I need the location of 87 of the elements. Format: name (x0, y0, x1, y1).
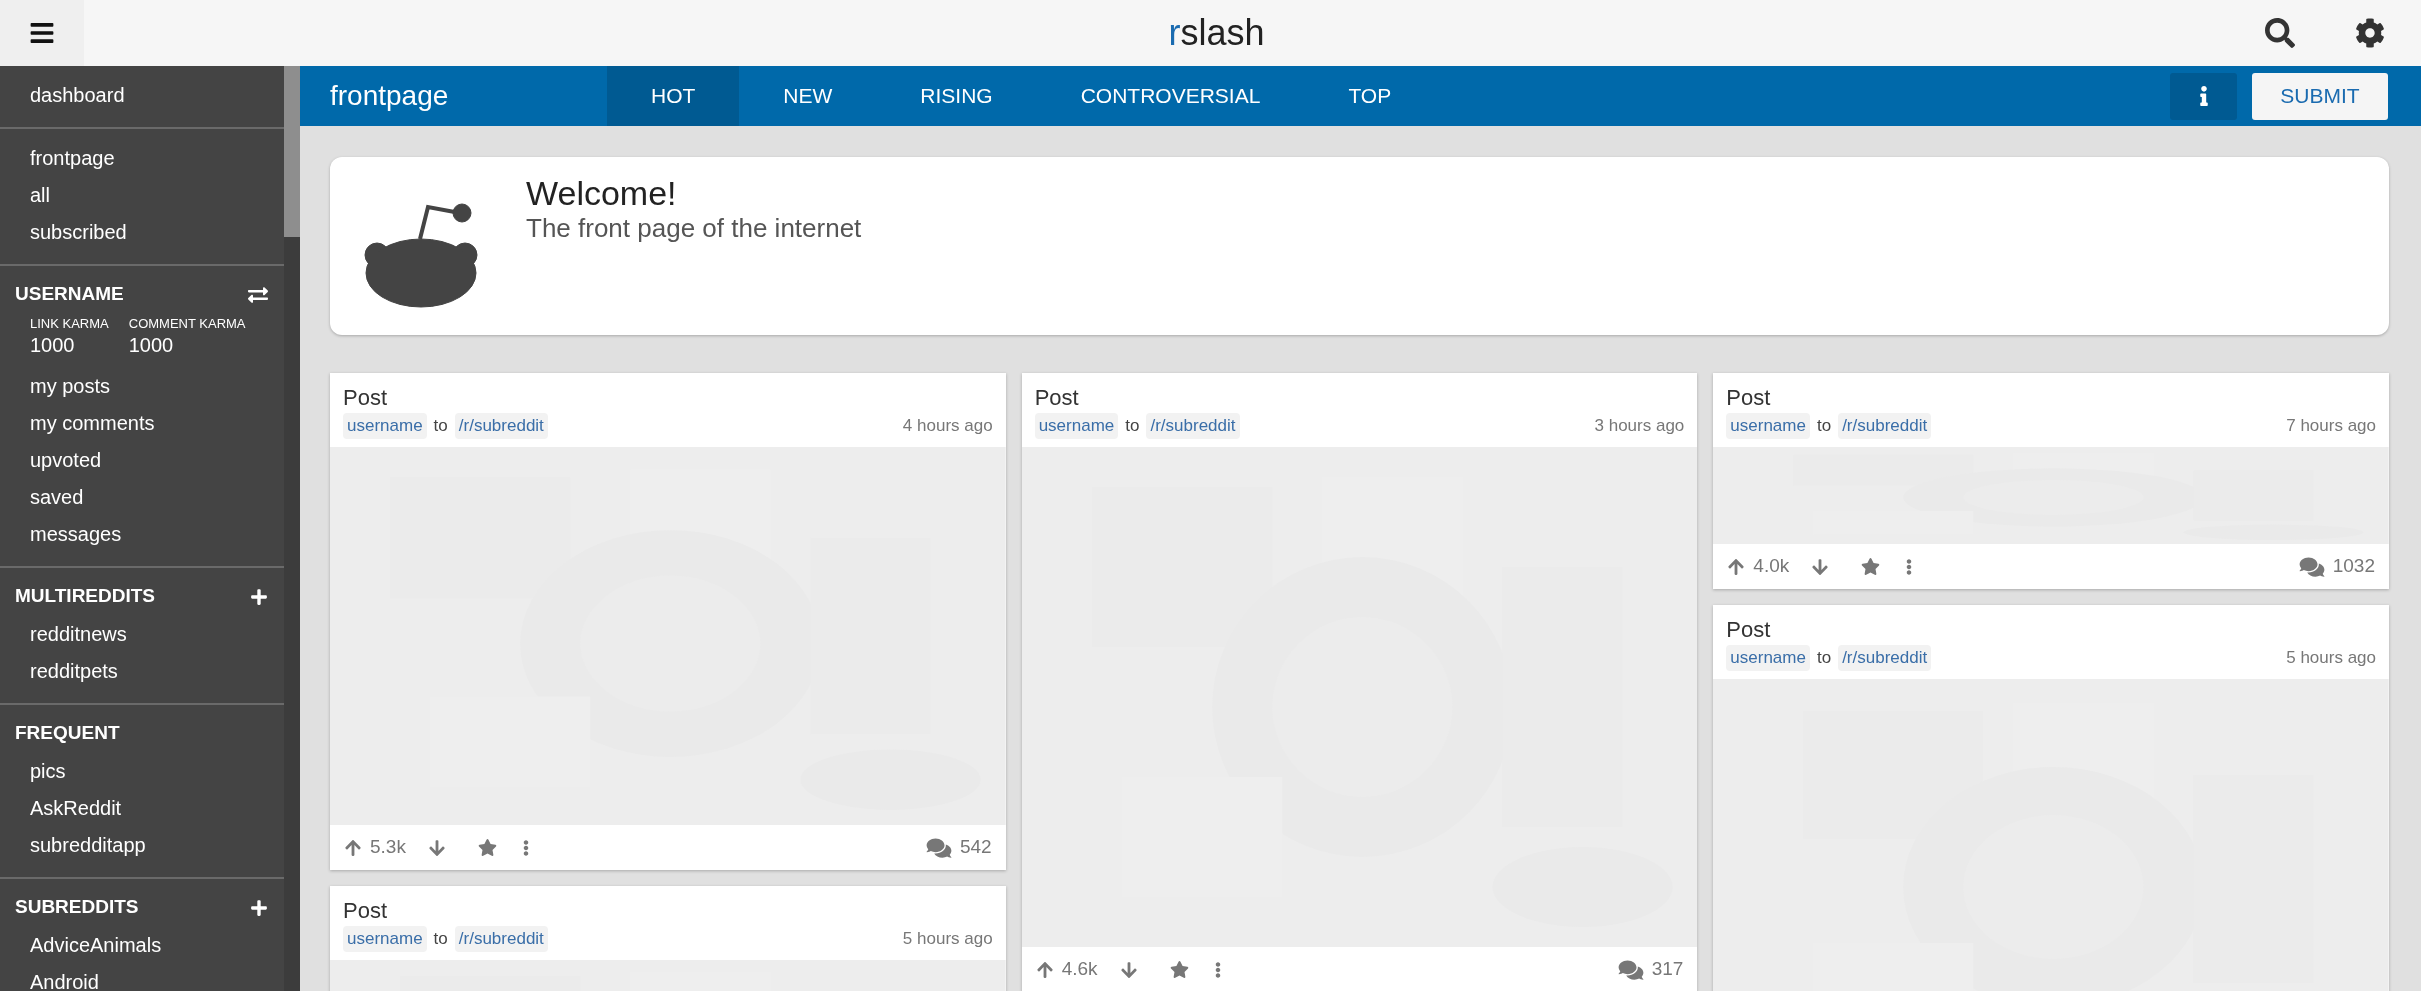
comments-icon[interactable] (1617, 958, 1644, 981)
section-heading: SUBREDDITS (15, 895, 139, 920)
sort-tab[interactable]: CONTROVERSIAL (1036, 66, 1305, 126)
subreddit-tag[interactable]: /r/subreddit (454, 413, 548, 439)
sidebar-link[interactable]: frontpage (30, 142, 115, 173)
sidebar-link[interactable]: saved (30, 481, 84, 512)
comment-count: 317 (1651, 957, 1684, 982)
comment-count: 1032 (2332, 554, 2375, 579)
sort-tab[interactable]: TOP (1304, 66, 1436, 126)
post-title[interactable]: Post (343, 896, 993, 926)
menu-icon (29, 20, 55, 46)
sidebar-link[interactable]: my comments (30, 407, 155, 438)
downvote-icon[interactable] (1811, 557, 1830, 576)
author-tag[interactable]: username (1726, 413, 1810, 439)
sidebar-link[interactable]: messages (30, 518, 122, 549)
post-time: 4 hours ago (902, 415, 993, 437)
downvote-icon[interactable] (427, 838, 446, 857)
app-logo[interactable]: rslash (1168, 6, 1265, 60)
comments-icon[interactable] (2298, 555, 2325, 578)
star-icon[interactable] (1861, 557, 1881, 576)
add-icon[interactable] (250, 587, 268, 606)
sidebar-link[interactable]: AskReddit (30, 792, 122, 823)
sidebar-link[interactable]: my posts (30, 370, 111, 401)
sidebar-link[interactable]: redditnews (30, 618, 127, 649)
vote-count: 4.0k (1753, 554, 1790, 579)
swap-icon[interactable] (248, 284, 268, 305)
post-time: 7 hours ago (2286, 415, 2376, 437)
submit-button[interactable]: SUBMIT (2252, 72, 2388, 120)
sidebar-link[interactable]: pics (30, 755, 66, 786)
comment-count: 542 (959, 835, 992, 860)
sort-tab[interactable]: NEW (739, 66, 877, 126)
post-time: 3 hours ago (1594, 415, 1685, 437)
connector-text: to (1816, 647, 1832, 669)
post-time: 5 hours ago (902, 928, 993, 950)
sidebar-link[interactable]: subscribed (30, 216, 127, 247)
post-title[interactable]: Post (1726, 383, 2376, 413)
star-icon[interactable] (1169, 960, 1189, 979)
upvote-icon[interactable] (1035, 960, 1054, 979)
subreddit-tag[interactable]: /r/subreddit (1838, 645, 1932, 671)
sidebar-link[interactable]: subredditapp (30, 829, 146, 860)
sidebar-link[interactable]: AdviceAnimals (30, 929, 162, 960)
post-title[interactable]: Post (1034, 383, 1685, 413)
subreddit-tag[interactable]: /r/subreddit (1146, 413, 1240, 439)
author-tag[interactable]: username (343, 413, 427, 439)
author-tag[interactable]: username (343, 926, 427, 952)
comments-icon[interactable] (925, 836, 952, 859)
post-title[interactable]: Post (1726, 615, 2376, 645)
connector-text: to (1816, 415, 1832, 437)
page-title: frontpage (329, 79, 450, 113)
info-button[interactable] (2170, 72, 2237, 120)
search-icon[interactable] (2265, 18, 2295, 48)
sidebar-link[interactable]: all (30, 179, 50, 210)
menu-button[interactable] (0, 0, 84, 66)
connector-text: to (1125, 415, 1140, 437)
author-tag[interactable]: username (1034, 413, 1119, 439)
vote-count: 5.3k (370, 835, 406, 860)
post-time: 5 hours ago (2286, 647, 2376, 669)
karma-label: LINK KARMA (30, 315, 109, 333)
subreddit-tag[interactable]: /r/subreddit (454, 926, 548, 952)
karma-value: 1000 (30, 333, 76, 357)
welcome-subtitle: The front page of the internet (526, 213, 862, 243)
karma-label: COMMENT KARMA (128, 315, 246, 333)
section-heading: MULTIREDDITS (15, 584, 156, 609)
sidebar-link[interactable]: upvoted (30, 444, 102, 475)
section-heading: USERNAME (15, 282, 124, 307)
subreddit-tag[interactable]: /r/subreddit (1838, 413, 1932, 439)
author-tag[interactable]: username (1726, 645, 1810, 671)
karma-value: 1000 (128, 333, 175, 357)
post-title[interactable]: Post (343, 383, 993, 413)
upvote-icon[interactable] (1727, 557, 1746, 576)
section-heading: FREQUENT (15, 721, 120, 746)
upvote-icon[interactable] (344, 838, 362, 857)
vote-count: 4.6k (1061, 957, 1098, 982)
settings-icon[interactable] (2355, 18, 2385, 48)
welcome-title: Welcome! (526, 173, 678, 213)
scrollbar-thumb[interactable] (284, 66, 300, 237)
sort-tab[interactable]: RISING (876, 66, 1037, 126)
sidebar-link[interactable]: redditpets (30, 655, 118, 686)
sidebar-link[interactable]: Android (30, 966, 99, 991)
connector-text: to (433, 415, 448, 437)
sidebar-link[interactable]: dashboard (30, 79, 125, 110)
add-icon[interactable] (250, 898, 268, 917)
connector-text: to (433, 928, 448, 950)
star-icon[interactable] (477, 838, 497, 857)
downvote-icon[interactable] (1119, 960, 1138, 979)
sort-tab[interactable]: HOT (607, 66, 740, 126)
info-icon (2198, 86, 2209, 106)
